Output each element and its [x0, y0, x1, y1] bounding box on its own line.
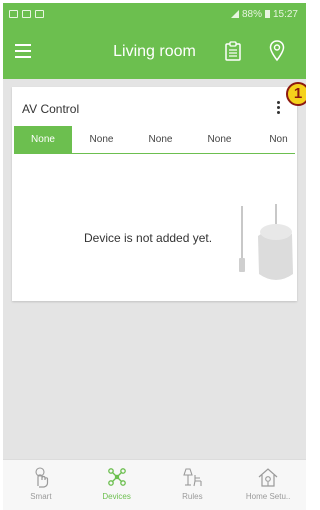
clipboard-icon[interactable]: [225, 41, 241, 61]
devices-network-icon: [107, 468, 126, 486]
room-content: AV Control None None None None Non Devic…: [3, 79, 306, 459]
empty-state-message: Device is not added yet.: [84, 231, 213, 245]
tab-device-3[interactable]: None: [131, 126, 190, 153]
notification-icon: [35, 10, 44, 18]
step-number-badge: 1: [286, 82, 306, 106]
av-control-card: AV Control None None None None Non Devic…: [12, 87, 297, 301]
more-options-icon[interactable]: [277, 101, 281, 115]
nav-home-setup[interactable]: Home Setu..: [230, 460, 306, 510]
tab-device-2[interactable]: None: [72, 126, 131, 153]
nav-smart[interactable]: Smart: [3, 460, 79, 510]
nav-label: Home Setu..: [245, 492, 291, 501]
status-bar: 88% 15:27: [3, 3, 306, 25]
device-illustration-icon: [239, 204, 293, 280]
home-setup-icon: [258, 468, 278, 487]
nav-label: Rules: [182, 492, 203, 501]
bottom-nav: Smart Devices Rules Home Setu..: [3, 459, 306, 510]
signal-icon: [230, 10, 239, 18]
status-notifications: [9, 10, 44, 18]
notification-icon: [9, 10, 18, 18]
clock: 15:27: [272, 8, 298, 20]
av-device-tabs: None None None None Non: [14, 126, 295, 154]
tab-device-1[interactable]: None: [14, 126, 72, 153]
nav-label: Devices: [102, 492, 131, 501]
tab-device-4[interactable]: None: [190, 126, 249, 153]
card-title: AV Control: [22, 102, 80, 116]
rules-lamp-chair-icon: [183, 468, 202, 487]
battery-level: 88%: [241, 8, 262, 20]
status-system: 88% 15:27: [230, 8, 298, 20]
app-bar: Living room: [3, 25, 306, 79]
nav-rules[interactable]: Rules: [155, 460, 231, 510]
smart-hand-icon: [35, 467, 48, 488]
battery-icon: [264, 10, 270, 18]
nav-label: Smart: [30, 492, 52, 501]
nav-devices[interactable]: Devices: [79, 460, 155, 510]
page-title: Living room: [113, 43, 196, 60]
location-pin-icon[interactable]: [269, 40, 285, 62]
tab-device-5[interactable]: Non: [249, 126, 295, 153]
notification-icon: [22, 10, 31, 18]
phone-screen: 88% 15:27 Living room AV Control None No…: [3, 3, 306, 510]
